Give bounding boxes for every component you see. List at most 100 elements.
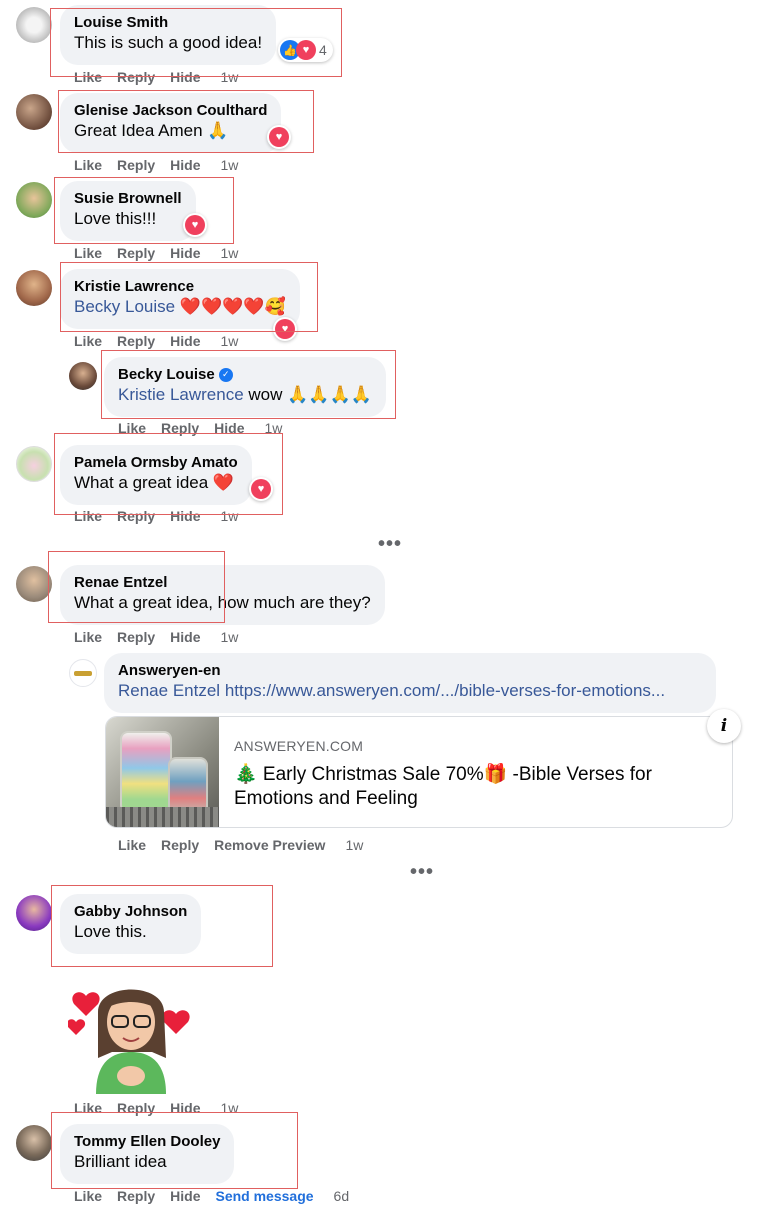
comment-bubble: Answeryen-en Renae Entzel https://www.an… (104, 653, 716, 713)
comment-text: What a great idea, how much are they? (74, 593, 371, 612)
comment-author[interactable]: Louise Smith (74, 13, 262, 32)
avatar[interactable] (16, 270, 52, 306)
hide-button[interactable]: Hide (170, 1188, 200, 1204)
comment-text: Love this!!! (74, 209, 157, 228)
reply-button[interactable]: Reply (117, 508, 155, 524)
link-preview-card[interactable]: ANSWERYEN.COM 🎄 Early Christmas Sale 70%… (105, 716, 733, 828)
info-icon[interactable]: i (707, 709, 741, 743)
comment-author[interactable]: Renae Entzel (74, 573, 371, 592)
comment-actions: Like Reply Hide 1w (74, 333, 253, 349)
love-reaction-icon: ♥ (269, 127, 289, 147)
avatar[interactable] (69, 362, 97, 390)
reply-button[interactable]: Reply (161, 420, 199, 436)
comment-author[interactable]: Tommy Ellen Dooley (74, 1132, 220, 1151)
like-button[interactable]: Like (74, 1188, 102, 1204)
reaction-summary[interactable]: 👍 ♥ 4 (278, 38, 333, 62)
comment-author[interactable]: Glenise Jackson Coulthard (74, 101, 267, 120)
comment-text: This is such a good idea! (74, 33, 263, 52)
comment-text: Brilliant idea (74, 1152, 167, 1171)
timestamp[interactable]: 1w (220, 508, 238, 524)
comment-actions: Like Reply Hide Send message 6d (74, 1188, 364, 1204)
comment-author[interactable]: Susie Brownell (74, 189, 182, 208)
mention-link[interactable]: Kristie Lawrence (118, 385, 244, 404)
hide-button[interactable]: Hide (170, 245, 200, 261)
avatar[interactable] (69, 659, 97, 687)
comment-text: Love this. (74, 922, 147, 941)
reaction-summary[interactable]: ♥ (273, 317, 297, 341)
timestamp[interactable]: 1w (264, 420, 282, 436)
comment-author[interactable]: Kristie Lawrence (74, 277, 286, 296)
comment-author: Becky Louise ✓ (118, 365, 372, 384)
comment-bubble: Tommy Ellen Dooley Brilliant idea (60, 1124, 235, 1184)
like-button[interactable]: Like (74, 333, 102, 349)
like-button[interactable]: Like (74, 69, 102, 85)
comment-text: Renae Entzel https://www.answeryen.com/.… (118, 680, 702, 702)
send-message-button[interactable]: Send message (215, 1188, 313, 1204)
reply-button[interactable]: Reply (117, 333, 155, 349)
comment-actions: Like Reply Remove Preview 1w (118, 837, 378, 853)
like-button[interactable]: Like (74, 157, 102, 173)
comment-author[interactable]: Answeryen-en (118, 661, 702, 680)
mention-link[interactable]: Renae Entzel (118, 681, 220, 700)
reply-button[interactable]: Reply (161, 837, 199, 853)
avatar[interactable] (16, 94, 52, 130)
hide-button[interactable]: Hide (170, 69, 200, 85)
like-button[interactable]: Like (118, 420, 146, 436)
avatar-sticker-image (68, 989, 190, 1094)
more-options-icon[interactable]: ••• (378, 533, 402, 556)
timestamp[interactable]: 6d (334, 1188, 350, 1204)
comment-author[interactable]: Pamela Ormsby Amato (74, 453, 238, 472)
comment-bubble: Renae Entzel What a great idea, how much… (60, 565, 385, 625)
hide-button[interactable]: Hide (170, 629, 200, 645)
timestamp[interactable]: 1w (220, 629, 238, 645)
reply-button[interactable]: Reply (117, 245, 155, 261)
comment-actions: Like Reply Hide 1w (74, 508, 253, 524)
comment-bubble: Becky Louise ✓ Kristie Lawrence wow 🙏🙏🙏🙏 (104, 357, 386, 417)
love-reaction-icon: ♥ (296, 40, 316, 60)
url-link[interactable]: https://www.answeryen.com/.../bible-vers… (225, 681, 665, 700)
hide-button[interactable]: Hide (170, 508, 200, 524)
timestamp[interactable]: 1w (220, 157, 238, 173)
remove-preview-button[interactable]: Remove Preview (214, 837, 325, 853)
timestamp[interactable]: 1w (345, 837, 363, 853)
more-options-icon[interactable]: ••• (410, 861, 434, 884)
hide-button[interactable]: Hide (170, 157, 200, 173)
avatar[interactable] (16, 182, 52, 218)
comment-text-body: ❤️❤️❤️❤️🥰 (175, 297, 286, 316)
like-button[interactable]: Like (74, 245, 102, 261)
timestamp[interactable]: 1w (220, 333, 238, 349)
timestamp[interactable]: 1w (220, 245, 238, 261)
avatar[interactable] (16, 1125, 52, 1161)
timestamp[interactable]: 1w (220, 69, 238, 85)
reply-button[interactable]: Reply (117, 629, 155, 645)
avatar[interactable] (16, 566, 52, 602)
hide-button[interactable]: Hide (170, 1100, 200, 1116)
reply-button[interactable]: Reply (117, 69, 155, 85)
comment-bubble: Susie Brownell Love this!!! (60, 181, 196, 241)
reaction-summary[interactable]: ♥ (249, 477, 273, 501)
comment-author[interactable]: Gabby Johnson (74, 902, 187, 921)
comment-actions: Like Reply Hide 1w (74, 157, 253, 173)
comment-bubble: Pamela Ormsby Amato What a great idea ❤️ (60, 445, 252, 505)
hide-button[interactable]: Hide (170, 333, 200, 349)
like-button[interactable]: Like (74, 629, 102, 645)
avatar[interactable] (16, 895, 52, 931)
reaction-summary[interactable]: ♥ (183, 213, 207, 237)
hide-button[interactable]: Hide (214, 420, 244, 436)
reaction-summary[interactable]: ♥ (267, 125, 291, 149)
reply-button[interactable]: Reply (117, 1100, 155, 1116)
timestamp[interactable]: 1w (220, 1100, 238, 1116)
avatar[interactable] (16, 7, 52, 43)
heart-icon (68, 1019, 85, 1035)
comment-bubble: Glenise Jackson Coulthard Great Idea Ame… (60, 93, 282, 153)
reply-button[interactable]: Reply (117, 157, 155, 173)
preview-title[interactable]: 🎄 Early Christmas Sale 70%🎁 -Bible Verse… (234, 763, 704, 811)
like-button[interactable]: Like (74, 508, 102, 524)
author-name[interactable]: Becky Louise (118, 365, 215, 384)
avatar[interactable] (16, 446, 52, 482)
mention-link[interactable]: Becky Louise (74, 297, 175, 316)
reply-button[interactable]: Reply (117, 1188, 155, 1204)
comment-actions: Like Reply Hide 1w (118, 420, 297, 436)
like-button[interactable]: Like (74, 1100, 102, 1116)
like-button[interactable]: Like (118, 837, 146, 853)
